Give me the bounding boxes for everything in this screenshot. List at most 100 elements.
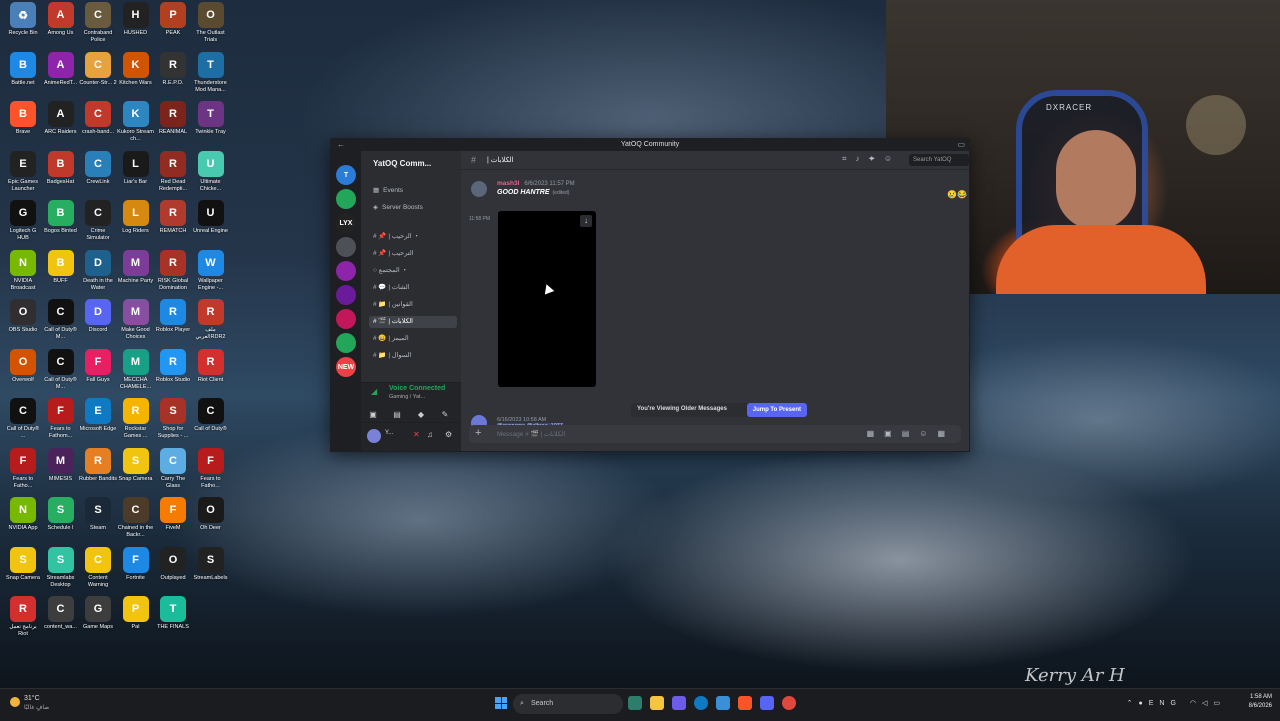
mute-icon[interactable]: ✕ — [413, 430, 420, 439]
desktop-icon[interactable]: N NVIDIA Broadcast — [4, 249, 42, 292]
desktop-icon[interactable]: C Content Warning — [79, 546, 117, 589]
desktop-icon[interactable]: R Roblox Studio — [154, 348, 192, 384]
video-attachment[interactable]: ↓ — [498, 211, 596, 387]
desktop-icon[interactable]: R REMATCH — [154, 200, 192, 235]
server-icon[interactable] — [336, 309, 356, 329]
desktop-icon[interactable]: F Fall Guys — [79, 348, 117, 384]
message-composer[interactable]: + Message # 🎬 | الكلابات ▦▣▤☺▦ — [469, 425, 961, 443]
message-author[interactable]: mash3l — [497, 180, 519, 187]
desktop-icon[interactable]: A Among Us — [42, 2, 80, 37]
desktop-icon[interactable]: D Death in the Water — [79, 249, 117, 292]
desktop-icon[interactable]: S Streamlabs Desktop — [42, 546, 80, 589]
desktop-icon[interactable]: O The Outlast Trials — [192, 2, 230, 44]
desktop-icon[interactable]: R RISK Global Domination — [154, 249, 192, 292]
server-icon[interactable]: NEW — [336, 357, 356, 377]
user-name[interactable]: Y... — [385, 430, 393, 436]
sidebar-item-channel[interactable]: ▦ Events — [373, 185, 457, 197]
apps-icon[interactable]: ▦ — [937, 429, 955, 438]
server-icon[interactable]: T — [336, 165, 356, 185]
desktop-icon[interactable]: R REANIMAL — [154, 101, 192, 136]
server-icon[interactable] — [336, 261, 356, 281]
sidebar-item-channel[interactable]: # 📌 | الرحيب ・ — [373, 231, 457, 243]
lang-indicator[interactable]: ENG — [1149, 700, 1182, 707]
desktop-icon[interactable]: Ccontent_wa... — [42, 596, 80, 631]
plus-icon[interactable]: + — [475, 427, 481, 439]
desktop-icon[interactable]: G Game Maps — [79, 596, 117, 631]
desktop-icon[interactable]: C Chained in the Backr... — [117, 497, 155, 539]
desktop-icon[interactable]: E Microsoft Edge — [79, 398, 117, 433]
desktop-icon[interactable]: L Log Riders — [117, 200, 155, 235]
desktop-icon[interactable]: C Crime Simulator — [79, 200, 117, 242]
sidebar-item-channel[interactable]: # 🎬 | الكلابات — [369, 316, 457, 328]
store-icon[interactable] — [716, 696, 730, 710]
desktop-icon[interactable]: C Call of Duty® M... — [42, 348, 80, 391]
server-icon[interactable] — [336, 333, 356, 353]
gif-icon[interactable]: ▣ — [884, 429, 902, 438]
volume-icon[interactable]: ◁ — [1202, 700, 1213, 707]
battery-icon[interactable]: ▭ — [1213, 700, 1226, 707]
desktop-icon[interactable]: M Make Good Choices — [117, 299, 155, 341]
voice-channel[interactable]: Gaming / Yat... — [389, 394, 425, 400]
desktop-icon[interactable]: G Logitech G HUB — [4, 200, 42, 242]
server-icon[interactable] — [336, 237, 356, 257]
avatar[interactable] — [367, 429, 381, 443]
jump-to-present-button[interactable]: Jump To Present — [746, 403, 807, 417]
desktop-icon[interactable]: L Liar's Bar — [117, 150, 155, 186]
reactions[interactable]: 😢😂 — [947, 190, 967, 199]
sidebar-item-channel[interactable]: ○ المجتمع ・ — [373, 265, 457, 277]
desktop-icon[interactable]: M MECCHA CHAMELE... — [117, 348, 155, 391]
desktop-icon[interactable]: M Machine Party — [117, 249, 155, 285]
file-explorer-icon[interactable] — [650, 696, 664, 710]
pin-icon[interactable]: ✦ — [868, 154, 883, 163]
headset-icon[interactable]: ♫ — [427, 430, 433, 439]
download-icon[interactable]: ↓ — [580, 215, 592, 227]
desktop-icon[interactable]: O Oh Deer — [192, 497, 230, 532]
desktop-icon[interactable]: R Roblox Player — [154, 299, 192, 334]
activities-icon[interactable]: ◆ — [409, 407, 433, 423]
chevron-up-icon[interactable]: ⌃ — [1127, 700, 1139, 707]
desktop-icon[interactable]: R Rubber Bandits — [79, 447, 117, 483]
emoji-icon[interactable]: ☺ — [919, 429, 937, 438]
desktop-icon[interactable]: C Carry The Glass — [154, 447, 192, 490]
desktop-icon[interactable]: C Contraband Police — [79, 2, 117, 44]
discord-icon[interactable] — [760, 696, 774, 710]
desktop-icon[interactable]: T Twinkle Tray — [192, 101, 230, 136]
sticker-icon[interactable]: ▤ — [902, 429, 920, 438]
desktop-icon[interactable]: S StreamLabels — [192, 546, 230, 582]
threads-icon[interactable]: ⌗ — [842, 154, 856, 163]
desktop-icon[interactable]: S Steam — [79, 497, 117, 532]
desktop-icon[interactable]: S Schedule I — [42, 497, 80, 532]
sidebar-item-channel[interactable]: # 📁 | القوانين — [373, 299, 457, 311]
desktop-icon[interactable]: R Red Dead Redempti... — [154, 150, 192, 193]
sidebar-item-channel[interactable]: ◈ Server Boosts — [373, 202, 457, 214]
taskbar-app-icon[interactable] — [628, 696, 642, 710]
desktop-icon[interactable]: B BadgesHat — [42, 150, 80, 186]
desktop-icon[interactable]: U Ultimate Chicke... — [192, 150, 230, 193]
gear-icon[interactable]: ⚙ — [445, 430, 452, 439]
desktop-icon[interactable]: R R.E.P.O. — [154, 51, 192, 87]
windows-start-icon[interactable] — [495, 697, 507, 709]
clock-time[interactable]: 1:58 AM — [1249, 693, 1272, 702]
desktop-icon[interactable]: R برنامج تعمل Riot — [4, 596, 42, 638]
search-input[interactable]: Search YatOQ — [909, 154, 969, 166]
desktop-icon[interactable]: E Epic Games Launcher — [4, 150, 42, 193]
desktop-icon[interactable]: F Fortnite — [117, 546, 155, 582]
desktop-icon[interactable]: Ccrash-band... — [79, 101, 117, 136]
desktop-icon[interactable]: C Call of Duty® M... — [42, 299, 80, 341]
desktop-icon[interactable]: M MIMESIS — [42, 447, 80, 483]
desktop-icon[interactable]: B Battle.net — [4, 51, 42, 87]
desktop-icon[interactable]: W Wallpaper Engine -... — [192, 249, 230, 292]
desktop-icon[interactable]: ♻ Recycle Bin — [4, 2, 42, 37]
voice-status[interactable]: Voice Connected — [389, 385, 445, 392]
desktop-icon[interactable]: F Fears to Fathom... — [42, 398, 80, 440]
desktop-icon[interactable]: K Kukoro Stream ch... — [117, 101, 155, 143]
desktop-icon[interactable]: C Call of Duty® — [192, 398, 230, 433]
desktop-icon[interactable]: P PEAK — [154, 2, 192, 37]
desktop-icon[interactable]: S Shop for Supplies - ... — [154, 398, 192, 440]
desktop-icon[interactable]: C Call of Duty® ... — [4, 398, 42, 440]
desktop-icon[interactable]: F Fears to Fatho... — [4, 447, 42, 490]
window-minimize-icon[interactable]: ▭ — [957, 140, 965, 149]
taskbar-search[interactable]: ⌕ Search — [513, 694, 623, 714]
sidebar-item-channel[interactable]: # 📌 | الترحيب — [373, 248, 457, 260]
desktop-icon[interactable]: N NVIDIA App — [4, 497, 42, 532]
